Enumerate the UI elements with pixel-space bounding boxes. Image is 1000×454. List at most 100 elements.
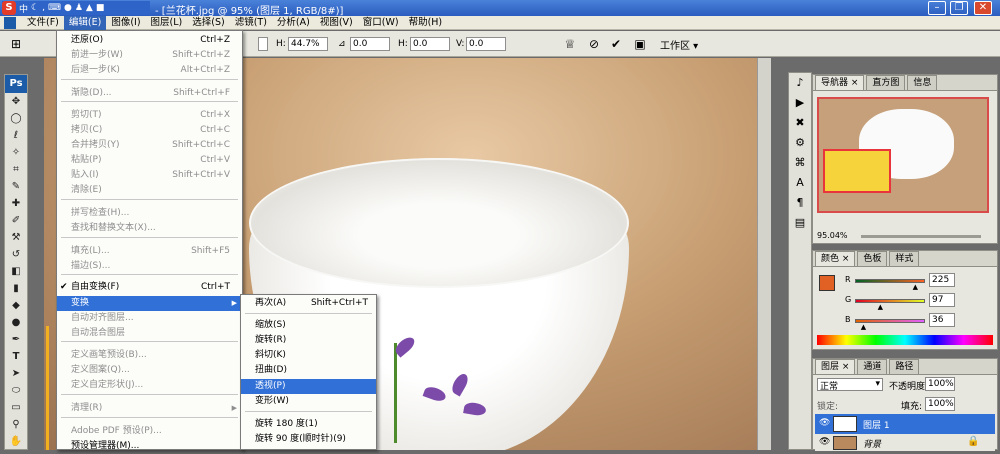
workspace-dropdown[interactable]: 工作区 ▾	[660, 37, 698, 52]
opacity-field[interactable]: 100%	[925, 377, 955, 391]
slice-tool-icon[interactable]: ✎	[5, 178, 27, 195]
layer-comps-icon[interactable]: ⚙	[789, 133, 811, 153]
toolbox-icon[interactable]: ■	[96, 3, 105, 13]
edit-menu-item[interactable]: 后退一步(K) Alt+Ctrl+Z	[57, 63, 242, 78]
r-value[interactable]: 225	[929, 273, 955, 287]
ime-mode-label[interactable]: 中	[19, 2, 28, 15]
menu-file[interactable]: 文件(F)	[22, 16, 64, 30]
gradient-tool-icon[interactable]: ▮	[5, 280, 27, 297]
eyedropper-tool-icon[interactable]: ⚲	[5, 416, 27, 433]
r-slider-handle[interactable]: ▲	[913, 283, 918, 291]
b-slider-handle[interactable]: ▲	[861, 323, 866, 331]
transform-submenu-item[interactable]: 变形(W)	[241, 394, 376, 409]
character-panel-icon[interactable]: A	[789, 173, 811, 193]
edit-menu-item[interactable]: 清理(R) ▶	[57, 401, 242, 416]
menu-filter[interactable]: 滤镜(T)	[230, 16, 272, 30]
healing-brush-tool-icon[interactable]: ✚	[5, 195, 27, 212]
menu-image[interactable]: 图像(I)	[106, 16, 145, 30]
edit-menu-item[interactable]: 渐隐(D)... Shift+Ctrl+F	[57, 86, 242, 101]
edit-menu-item[interactable]: 描边(S)...	[57, 259, 242, 274]
layer-row-layer1[interactable]: 👁 图层 1	[815, 414, 995, 434]
tab-layers[interactable]: 图层 ×	[815, 359, 856, 374]
edit-menu-item[interactable]: 合并拷贝(Y) Shift+Ctrl+C	[57, 138, 242, 153]
menu-help[interactable]: 帮助(H)	[404, 16, 448, 30]
tab-paths[interactable]: 路径	[889, 359, 920, 374]
crop-tool-icon[interactable]: ⌗	[5, 161, 27, 178]
edit-menu-item[interactable]: 拼写检查(H)...	[57, 206, 242, 221]
warp-mode-icon[interactable]: ♕	[562, 36, 578, 52]
edit-menu-item[interactable]: 预设管理器(M)...	[57, 439, 242, 454]
moon-icon[interactable]: ☾	[31, 3, 39, 13]
hskew-field[interactable]: 0.0	[410, 37, 450, 51]
paragraph-panel-icon[interactable]: ¶	[789, 193, 811, 213]
notes-panel-icon[interactable]: ▤	[789, 213, 811, 233]
transform-submenu-item[interactable]: 旋转 90 度(顺时针)(9)	[241, 432, 376, 447]
navigator-zoom-slider[interactable]	[861, 235, 981, 238]
edit-menu-item[interactable]: ✔ 自由变换(F) Ctrl+T	[57, 280, 242, 295]
edit-menu-item[interactable]: 剪切(T) Ctrl+X	[57, 108, 242, 123]
tab-styles[interactable]: 样式	[889, 251, 920, 266]
pen-tool-icon[interactable]: ✒	[5, 331, 27, 348]
tab-histogram[interactable]: 直方图	[866, 75, 906, 90]
edit-menu-item[interactable]: 定义画笔预设(B)...	[57, 348, 242, 363]
mic-icon[interactable]: ●	[64, 3, 72, 13]
transform-submenu-item[interactable]: 斜切(K)	[241, 348, 376, 363]
type-tool-icon[interactable]: T	[5, 348, 27, 365]
tab-navigator[interactable]: 导航器 ×	[815, 75, 865, 90]
brush-tool-icon[interactable]: ✐	[5, 212, 27, 229]
commit-transform-icon[interactable]: ✔	[608, 36, 624, 52]
transform-submenu-item[interactable]: 旋转(R)	[241, 333, 376, 348]
transform-submenu-item[interactable]: 再次(A) Shift+Ctrl+T	[241, 296, 376, 311]
shape-tool-icon[interactable]: ⬭	[5, 382, 27, 399]
menu-analysis[interactable]: 分析(A)	[272, 16, 315, 30]
tool-presets-icon[interactable]: ✖	[789, 113, 811, 133]
edit-menu-item[interactable]: Adobe PDF 预设(P)...	[57, 424, 242, 439]
brush-panel-icon[interactable]: ♪	[789, 73, 811, 93]
transform-submenu-item[interactable]: 旋转 180 度(1)	[241, 417, 376, 432]
edit-menu-item[interactable]: 填充(L)... Shift+F5	[57, 244, 242, 259]
cancel-transform-icon[interactable]: ⊘	[586, 36, 602, 52]
ime-toolbar[interactable]: S 中 ☾ , ⌨ ● ♟ ▲ ■	[2, 1, 150, 15]
dodge-tool-icon[interactable]: ●	[5, 314, 27, 331]
edit-menu-item[interactable]: 定义自定形状(J)...	[57, 378, 242, 393]
layer-row-background[interactable]: 👁 背景 🔒	[815, 435, 995, 451]
navigator-zoom[interactable]: 95.04%	[817, 231, 848, 240]
magic-wand-tool-icon[interactable]: ✧	[5, 144, 27, 161]
path-selection-tool-icon[interactable]: ➤	[5, 365, 27, 382]
edit-menu-item[interactable]: 清除(E)	[57, 183, 242, 198]
transform-tool-icon[interactable]: ⊞	[8, 36, 24, 52]
tab-swatches[interactable]: 色板	[857, 251, 888, 266]
transform-submenu-item[interactable]: 缩放(S)	[241, 318, 376, 333]
clone-source-icon[interactable]: ⌘	[789, 153, 811, 173]
eye-icon[interactable]: 👁	[819, 418, 830, 428]
fill-field[interactable]: 100%	[925, 397, 955, 411]
skin-icon[interactable]: ▲	[86, 3, 93, 13]
actions-panel-icon[interactable]: ▶	[789, 93, 811, 113]
maximize-button[interactable]: ❐	[950, 1, 968, 15]
transform-submenu-item[interactable]: 扭曲(D)	[241, 363, 376, 378]
hand-tool-icon[interactable]: ✋	[5, 433, 27, 450]
edit-menu-item[interactable]: 变换 ▶	[57, 296, 242, 311]
clone-stamp-tool-icon[interactable]: ⚒	[5, 229, 27, 246]
blur-tool-icon[interactable]: ◆	[5, 297, 27, 314]
height-field[interactable]: 44.7%	[288, 37, 328, 51]
edit-menu-item[interactable]: 粘贴(P) Ctrl+V	[57, 153, 242, 168]
edit-menu-item[interactable]: 贴入(I) Shift+Ctrl+V	[57, 168, 242, 183]
menu-layer[interactable]: 图层(L)	[146, 16, 188, 30]
menu-view[interactable]: 视图(V)	[315, 16, 358, 30]
tab-info[interactable]: 信息	[907, 75, 938, 90]
minimize-button[interactable]: –	[928, 1, 946, 15]
user-icon[interactable]: ♟	[75, 3, 83, 13]
notes-tool-icon[interactable]: ▭	[5, 399, 27, 416]
app-icon[interactable]	[0, 16, 22, 30]
foreground-color-swatch[interactable]	[819, 275, 835, 291]
eraser-tool-icon[interactable]: ◧	[5, 263, 27, 280]
edit-menu-item[interactable]: 定义图案(Q)...	[57, 363, 242, 378]
g-value[interactable]: 97	[929, 293, 955, 307]
menu-edit[interactable]: 编辑(E)	[63, 15, 107, 30]
punctuation-icon[interactable]: ,	[42, 3, 45, 13]
transform-submenu-item[interactable]: 透视(P)	[241, 379, 376, 394]
b-value[interactable]: 36	[929, 313, 955, 327]
vertical-scrollbar[interactable]	[757, 58, 771, 450]
bridge-icon[interactable]: ▣	[632, 36, 648, 52]
